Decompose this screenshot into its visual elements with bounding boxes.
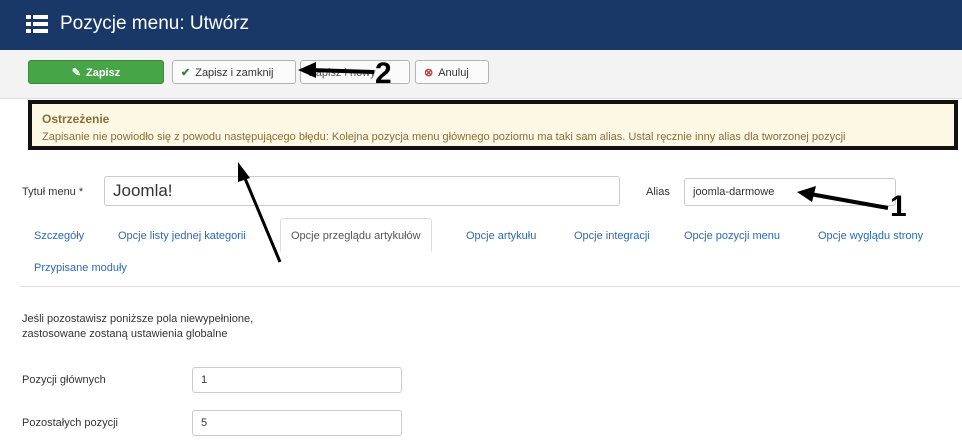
save-close-label: Zapisz i zamknij <box>195 67 274 79</box>
main-items-input[interactable]: 1 <box>192 367 402 393</box>
alert-message: Zapisanie nie powiodło się z powodu nast… <box>42 131 846 143</box>
info-line-1: Jeśli pozostawisz poniższe pola niewypeł… <box>22 313 254 325</box>
title-input[interactable]: Joomla! <box>104 176 620 206</box>
info-text: Jeśli pozostawisz poniższe pola niewypeł… <box>22 312 253 342</box>
edit-icon: ✎ <box>71 67 81 79</box>
other-items-input[interactable]: 5 <box>192 410 402 436</box>
alert-title: Ostrzeżenie <box>42 112 110 126</box>
page-title: Pozycje menu: Utwórz <box>60 13 250 34</box>
main-items-label: Pozycji głównych <box>22 374 106 386</box>
tab-category-list-options[interactable]: Opcje listy jednej kategorii <box>118 230 246 242</box>
save-close-button[interactable]: ✔ Zapisz i zamknij <box>172 60 296 84</box>
other-items-label: Pozostałych pozycji <box>22 417 118 429</box>
tab-article-overview-options[interactable]: Opcje przeglądu artykułów <box>280 218 432 252</box>
toolbar: ✎ Zapisz ✔ Zapisz i zamknij Zapisz i nowy … <box>0 50 962 99</box>
tab-bar: Szczegóły Opcje listy jednej kategorii O… <box>20 218 960 288</box>
save-label: Zapisz <box>85 67 121 79</box>
tab-integration-options[interactable]: Opcje integracji <box>574 230 650 242</box>
save-new-button[interactable]: Zapisz i nowy <box>300 60 410 84</box>
tab-page-display-options[interactable]: Opcje wyglądu strony <box>818 230 923 242</box>
page-header: Pozycje menu: Utwórz <box>0 0 962 51</box>
save-new-label: Zapisz i nowy <box>309 67 376 79</box>
check-icon: ✔ <box>181 67 191 79</box>
info-line-2: zastosowane zostaną ustawienia globalne <box>22 328 228 340</box>
save-button[interactable]: ✎ Zapisz <box>28 60 164 84</box>
tab-article-options[interactable]: Opcje artykułu <box>466 230 536 242</box>
annotation-number-1: 1 <box>890 190 907 223</box>
list-menu-icon <box>26 15 48 33</box>
tab-menu-item-options[interactable]: Opcje pozycji menu <box>684 230 780 242</box>
annotation-number-2: 2 <box>375 57 392 90</box>
tab-assigned-modules[interactable]: Przypisane moduły <box>34 262 127 274</box>
alias-input[interactable]: joomla-darmowe <box>684 178 896 206</box>
tabs-divider <box>20 286 960 287</box>
title-label: Tytuł menu * <box>22 186 84 198</box>
cancel-button[interactable]: ⊗ Anuluj <box>415 60 489 84</box>
tab-szczegoly[interactable]: Szczegóły <box>34 230 84 242</box>
cancel-circle-icon: ⊗ <box>424 67 434 79</box>
warning-alert: Ostrzeżenie Zapisanie nie powiodło się z… <box>28 100 958 150</box>
alias-label: Alias <box>646 186 670 198</box>
cancel-label: Anuluj <box>438 67 469 79</box>
